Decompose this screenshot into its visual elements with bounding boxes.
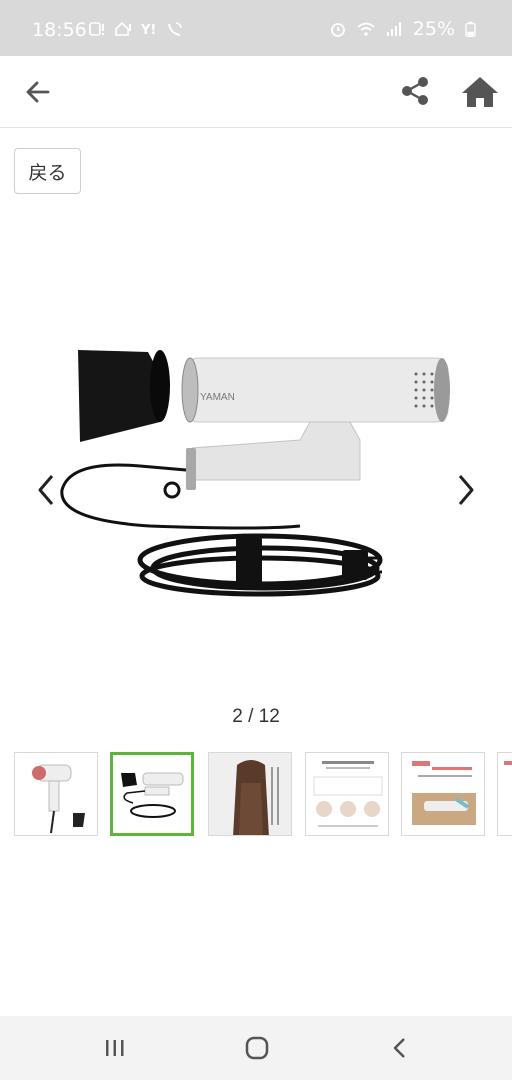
next-image-button[interactable] bbox=[450, 468, 480, 512]
thumb-dryer-full[interactable] bbox=[14, 752, 98, 836]
product-image[interactable]: YAMAN bbox=[60, 330, 460, 620]
battery-text: 25% bbox=[412, 18, 455, 40]
signal-icon bbox=[386, 22, 401, 36]
home-circle-icon[interactable] bbox=[242, 1034, 272, 1062]
thumbnail-strip bbox=[0, 752, 512, 840]
previous-image-button[interactable] bbox=[32, 468, 62, 512]
sim-alert-icon bbox=[89, 22, 104, 36]
status-right-icons: 25% bbox=[329, 18, 476, 40]
status-time: 18:56 bbox=[32, 19, 87, 41]
image-counter: 2 / 12 bbox=[232, 706, 280, 727]
chevron-left-icon[interactable] bbox=[386, 1034, 416, 1062]
thumb-hair-model[interactable] bbox=[208, 752, 292, 836]
nozzle-attachment bbox=[78, 350, 170, 442]
wifi-calling-icon bbox=[168, 22, 182, 36]
thumb-partial[interactable] bbox=[497, 752, 512, 836]
brand-logo: YAMAN bbox=[200, 392, 235, 403]
thumb-dryer-parts[interactable] bbox=[110, 752, 194, 836]
thumb-sensor-info[interactable] bbox=[401, 752, 485, 836]
dryer-body: YAMAN bbox=[181, 357, 450, 490]
app-bar bbox=[0, 56, 512, 128]
yahoo-icon: Y! bbox=[140, 23, 156, 38]
svg-text:Y!: Y! bbox=[140, 23, 156, 38]
alarm-icon bbox=[330, 23, 345, 37]
arrow-left-icon[interactable] bbox=[18, 72, 58, 112]
home-icon[interactable] bbox=[458, 72, 502, 112]
status-bar: 18:56 Y! 25% bbox=[0, 0, 512, 56]
recent-apps-icon[interactable] bbox=[100, 1034, 130, 1062]
home-alert-icon bbox=[115, 21, 131, 36]
share-icon[interactable] bbox=[396, 72, 436, 112]
status-left-icons: Y! bbox=[88, 20, 184, 38]
battery-icon bbox=[465, 21, 476, 38]
power-cord bbox=[60, 463, 383, 597]
system-navigation-bar bbox=[0, 1016, 512, 1080]
wifi-icon bbox=[357, 22, 375, 36]
back-button[interactable]: 戻る bbox=[14, 148, 81, 194]
thumb-feature-chart[interactable] bbox=[305, 752, 389, 836]
